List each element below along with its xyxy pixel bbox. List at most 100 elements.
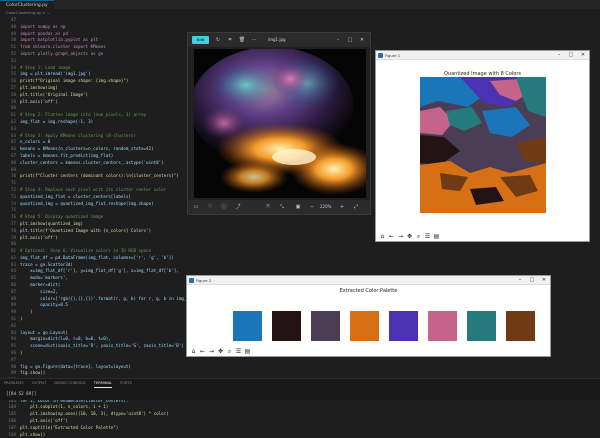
save-icon[interactable]: ▤ xyxy=(243,347,252,356)
line-text: plt.imshow(img) xyxy=(20,84,58,90)
line-number: 82 xyxy=(10,254,16,260)
configure-icon[interactable]: ☰ xyxy=(423,232,432,241)
back-icon[interactable]: ← xyxy=(198,347,207,356)
info-icon[interactable]: ⓘ xyxy=(220,203,228,211)
line-number: 60 xyxy=(10,105,16,111)
home-icon[interactable]: ⌂ xyxy=(378,232,387,241)
code-line[interactable]: 107 plt.suptitle("Extracted Color Palette… xyxy=(0,425,600,432)
line-text: # Step 5: Display quantized image xyxy=(20,214,104,220)
line-number: 71 xyxy=(10,180,16,186)
line-text: ) xyxy=(20,309,33,315)
home-icon[interactable]: ⌂ xyxy=(189,347,198,356)
line-number: 73 xyxy=(10,193,16,199)
line-text: img_flat_df = pd.DataFrame(img_flat, col… xyxy=(20,254,174,260)
line-text: print(f"Original image shape: {img.shape… xyxy=(20,78,129,84)
code-line[interactable]: 97 xyxy=(0,357,600,364)
back-icon[interactable]: ← xyxy=(387,232,396,241)
actual-size-icon[interactable]: ⤡ xyxy=(278,203,286,211)
line-number: 53 xyxy=(10,57,16,63)
minimize-icon[interactable]: – xyxy=(334,36,342,44)
photo-viewer-window: Edit ↻ ⌗ 🗑 ⋯ img1.jpg – □ ✕ ▭ ♡ ⓘ ⤴ ⤧ ⤡ … xyxy=(187,32,371,215)
minimize-icon[interactable]: – xyxy=(514,276,526,285)
save-icon[interactable]: ▤ xyxy=(432,232,441,241)
code-line[interactable]: 106 plt.axis('off') xyxy=(0,418,600,425)
editor-tab[interactable]: ColorClustering.py xyxy=(0,0,54,9)
minimize-icon[interactable]: – xyxy=(553,51,565,60)
line-text: import numpy as np xyxy=(20,23,66,29)
line-number: 74 xyxy=(10,200,16,206)
forward-icon[interactable]: → xyxy=(396,232,405,241)
code-line[interactable]: 80 xyxy=(0,241,600,248)
filmstrip-icon[interactable]: ▭ xyxy=(192,203,200,211)
bottom-panel: PROBLEMS OUTPUT DEBUG CONSOLE TERMINAL PORTS… xyxy=(0,378,600,400)
code-line[interactable]: 81 # Optional: Step 6: Visualize colors i… xyxy=(0,248,600,255)
line-text: plt.imshow(quantized_img) xyxy=(20,220,84,226)
line-number: 52 xyxy=(10,50,16,56)
breadcrumb[interactable]: ColorClustering.py > ... xyxy=(0,9,600,16)
panel-tabs: PROBLEMS OUTPUT DEBUG CONSOLE TERMINAL PORTS xyxy=(4,380,140,388)
line-text: plt.title(f'Quantized Image with {n_colo… xyxy=(20,227,152,233)
code-line[interactable]: 83 trace = go.Scatter3d( xyxy=(0,262,600,269)
code-line[interactable]: 104 plt.subplot(1, n_colors, i + 1) xyxy=(0,404,600,411)
line-number: 91 xyxy=(10,316,16,322)
close-icon[interactable]: ✕ xyxy=(358,36,366,44)
zoom-icon[interactable]: ⌕ xyxy=(414,232,423,241)
line-text: plt.axis('off') xyxy=(20,234,58,240)
slideshow-icon[interactable]: ▣ xyxy=(294,203,302,211)
line-number: 58 xyxy=(10,91,16,97)
panel-tab[interactable]: DEBUG CONSOLE xyxy=(54,380,85,387)
code-line[interactable]: 98 fig = go.Figure(data=[trace], layout=l… xyxy=(0,364,600,371)
line-number: 92 xyxy=(10,322,16,328)
favorite-icon[interactable]: ♡ xyxy=(206,203,214,211)
panel-tab[interactable]: PROBLEMS xyxy=(4,380,24,387)
line-text: quantized_img = quantized_img_flat.resha… xyxy=(20,200,154,206)
line-text: ) xyxy=(20,350,23,356)
line-number: 87 xyxy=(10,288,16,294)
crop-icon[interactable]: ⌗ xyxy=(226,36,234,44)
zoom-level[interactable]: 220% xyxy=(320,203,331,211)
line-number: 84 xyxy=(10,268,16,274)
color-swatch xyxy=(428,311,457,341)
line-text: quantized_img_flat = cluster_centers[lab… xyxy=(20,193,131,199)
close-icon[interactable]: ✕ xyxy=(577,51,589,60)
code-line[interactable]: 99 fig.show() xyxy=(0,370,600,377)
code-line[interactable]: 108 plt.show() xyxy=(0,432,600,438)
line-text: plt.subplot(1, n_colors, i + 1) xyxy=(20,404,109,410)
delete-icon[interactable]: 🗑 xyxy=(238,36,246,44)
panel-tab[interactable]: PORTS xyxy=(120,380,132,387)
line-text: x=img_flat_df['r'], y=img_flat_df['g'], … xyxy=(20,268,179,274)
edit-button[interactable]: Edit xyxy=(192,36,209,44)
panel-tab[interactable]: TERMINAL xyxy=(93,380,113,388)
code-line[interactable]: 48 import numpy as np xyxy=(0,24,600,31)
zoom-in-icon[interactable]: + xyxy=(338,203,346,211)
line-number: 107 xyxy=(8,424,16,430)
configure-icon[interactable]: ☰ xyxy=(234,347,243,356)
line-text: layout = go.Layout( xyxy=(20,329,68,335)
terminal-output[interactable]: [[84 52 89]] xyxy=(6,391,36,396)
more-icon[interactable]: ⋯ xyxy=(250,36,258,44)
color-swatch xyxy=(233,311,262,341)
zoom-icon[interactable]: ⌕ xyxy=(225,347,234,356)
line-text: plt.title('Original Image') xyxy=(20,91,89,97)
line-text: kmeans = KMeans(n_clusters=n_colors, ran… xyxy=(20,146,154,152)
maximize-icon[interactable]: □ xyxy=(526,276,538,285)
code-line[interactable]: 47 xyxy=(0,17,600,24)
maximize-icon[interactable]: □ xyxy=(346,36,354,44)
panel-tab[interactable]: OUTPUT xyxy=(32,380,47,387)
pan-icon[interactable]: ✥ xyxy=(405,232,414,241)
pan-icon[interactable]: ✥ xyxy=(216,347,225,356)
line-text: labels = kmeans.fit_predict(img_flat) xyxy=(20,152,114,158)
share-icon[interactable]: ⤴ xyxy=(234,203,242,211)
zoom-out-icon[interactable]: − xyxy=(308,203,316,211)
line-number: 76 xyxy=(10,214,16,220)
color-swatch xyxy=(350,311,379,341)
fit-icon[interactable]: ⤧ xyxy=(264,203,272,211)
fullscreen-icon[interactable]: ⤢ xyxy=(352,203,360,211)
code-line[interactable]: 105 plt.imshow(np.ones((10, 10, 3), dtyp… xyxy=(0,411,600,418)
maximize-icon[interactable]: □ xyxy=(565,51,577,60)
code-line[interactable]: 82 img_flat_df = pd.DataFrame(img_flat, c… xyxy=(0,255,600,262)
close-icon[interactable]: ✕ xyxy=(538,276,550,285)
rotate-icon[interactable]: ↻ xyxy=(214,36,222,44)
forward-icon[interactable]: → xyxy=(207,347,216,356)
figure-1-title: Figure 1 xyxy=(385,53,401,58)
